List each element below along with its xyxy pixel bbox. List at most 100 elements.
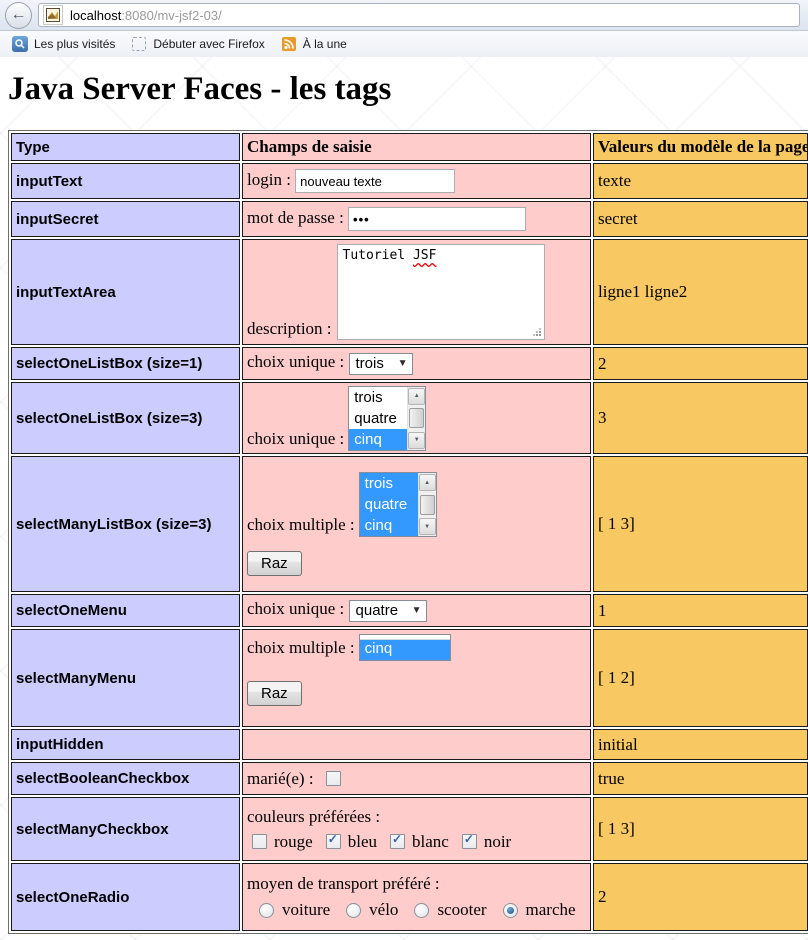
checkbox-label: noir [484, 832, 511, 852]
option-selected[interactable]: trois [360, 473, 418, 494]
choix-unique-menu[interactable]: quatre ▼ [349, 600, 427, 622]
description-textarea[interactable]: Tutoriel JSF [337, 244, 545, 340]
back-icon: ← [11, 6, 27, 23]
row-type: selectManyCheckbox [11, 797, 240, 861]
option-selected[interactable]: quatre [360, 494, 418, 515]
raz-button[interactable]: Raz [247, 681, 302, 706]
row-type: selectOneRadio [11, 863, 240, 931]
checkbox-label: bleu [348, 832, 377, 852]
table-row: selectManyMenu choix multiple : cinq Raz… [11, 629, 808, 727]
model-value: 2 [593, 863, 808, 931]
radio-marche[interactable] [503, 903, 518, 918]
bookmark-label: À la une [303, 37, 347, 51]
option[interactable]: trois [349, 387, 407, 408]
header-champs: Champs de saisie [242, 133, 591, 161]
checkbox-rouge[interactable] [252, 834, 267, 849]
checkbox-blanc[interactable] [390, 834, 405, 849]
table-row: selectManyListBox (size=3) choix multipl… [11, 456, 808, 592]
bookmark-getting-started[interactable]: Débuter avec Firefox [125, 34, 270, 54]
url-bar[interactable]: localhost:8080/mv-jsf2-03/ [38, 3, 800, 27]
scroll-down-icon[interactable]: ▼ [408, 432, 425, 449]
bookmarks-bar: Les plus visités Débuter avec Firefox À … [0, 31, 808, 58]
empty-cell [242, 729, 591, 760]
row-type: inputText [11, 163, 240, 199]
checkbox-label: rouge [274, 832, 313, 852]
selected-option: trois [356, 355, 384, 372]
jsf-tags-table: Type Champs de saisie Valeurs du modèle … [8, 130, 808, 934]
row-type: selectOneMenu [11, 594, 240, 627]
address-url[interactable]: localhost:8080/mv-jsf2-03/ [70, 8, 222, 23]
option[interactable]: quatre [349, 408, 407, 429]
option-selected[interactable]: cinq [349, 429, 407, 450]
row-type: selectBooleanCheckbox [11, 762, 240, 795]
field-label: choix unique : [247, 352, 344, 371]
field-label: choix multiple : [247, 638, 355, 658]
textarea-text: Tutoriel [343, 248, 413, 263]
bookmark-label: Débuter avec Firefox [153, 37, 264, 51]
field-label: marié(e) : [247, 769, 314, 788]
field-label: mot de passe : [247, 208, 344, 227]
listbox-scrollbar[interactable]: ▲ ▼ [418, 473, 436, 536]
page-title: Java Server Faces - les tags [8, 71, 808, 108]
choix-unique-listbox[interactable]: trois quatre cinq ▲ ▼ [348, 386, 426, 451]
model-value: 1 [593, 594, 808, 627]
selected-option: quatre [356, 602, 399, 619]
url-path: :8080/mv-jsf2-03/ [121, 8, 221, 23]
login-input[interactable] [295, 169, 455, 193]
field-label: moyen de transport préféré : [247, 874, 440, 894]
field-label: choix multiple : [247, 515, 355, 537]
scroll-up-icon[interactable]: ▲ [408, 388, 425, 405]
row-type: selectOneListBox (size=3) [11, 382, 240, 454]
bookmark-most-visited[interactable]: Les plus visités [6, 34, 121, 54]
field-label: choix unique : [247, 429, 344, 451]
model-value: initial [593, 729, 808, 760]
model-value: true [593, 762, 808, 795]
table-header-row: Type Champs de saisie Valeurs du modèle … [11, 133, 808, 161]
model-value: [ 1 2] [593, 629, 808, 727]
option-selected[interactable]: cinq [360, 515, 418, 536]
password-input[interactable] [348, 207, 526, 231]
checkbox-noir[interactable] [462, 834, 477, 849]
site-favicon [43, 5, 63, 25]
rss-icon [281, 36, 297, 52]
row-type: selectManyMenu [11, 629, 240, 727]
model-value: 3 [593, 382, 808, 454]
checkbox-bleu[interactable] [326, 834, 341, 849]
table-row: selectOneListBox (size=3) choix unique :… [11, 382, 808, 454]
radio-voiture[interactable] [259, 903, 274, 918]
row-type: selectManyListBox (size=3) [11, 456, 240, 592]
model-value: [ 1 3] [593, 797, 808, 861]
model-value: texte [593, 163, 808, 199]
misspelled-word: JSF [413, 248, 436, 263]
bookmark-latest-headlines[interactable]: À la une [275, 34, 353, 54]
dropdown-arrow-icon: ▼ [398, 358, 408, 369]
option-selected[interactable]: cinq [360, 640, 450, 660]
radio-scooter[interactable] [414, 903, 429, 918]
header-valeurs: Valeurs du modèle de la page [593, 133, 808, 161]
marie-checkbox[interactable] [326, 771, 341, 786]
empty-folder-icon [131, 36, 147, 52]
raz-button[interactable]: Raz [247, 551, 302, 576]
table-row: selectOneListBox (size=1) choix unique :… [11, 347, 808, 380]
scroll-down-icon[interactable]: ▼ [419, 518, 436, 535]
header-type: Type [11, 133, 240, 161]
table-row: inputText login : texte [11, 163, 808, 199]
scroll-up-icon[interactable]: ▲ [419, 474, 436, 491]
scroll-thumb[interactable] [420, 495, 435, 515]
model-value: ligne1 ligne2 [593, 239, 808, 345]
radio-velo[interactable] [346, 903, 361, 918]
field-label: couleurs préférées : [247, 807, 380, 827]
resize-grip-icon[interactable] [533, 328, 541, 336]
listbox-scrollbar[interactable]: ▲ ▼ [407, 387, 425, 450]
table-row: inputSecret mot de passe : secret [11, 201, 808, 237]
choix-multiple-menu[interactable]: cinq [359, 634, 451, 661]
row-type: inputSecret [11, 201, 240, 237]
back-button[interactable]: ← [5, 2, 32, 29]
scroll-thumb[interactable] [409, 408, 424, 428]
choix-unique-select[interactable]: trois ▼ [349, 353, 413, 375]
most-visited-icon [12, 36, 28, 52]
radio-label: scooter [437, 900, 486, 920]
field-label: login : [247, 170, 291, 189]
choix-multiple-listbox[interactable]: trois quatre cinq ▲ ▼ [359, 472, 437, 537]
radio-label: vélo [369, 900, 398, 920]
